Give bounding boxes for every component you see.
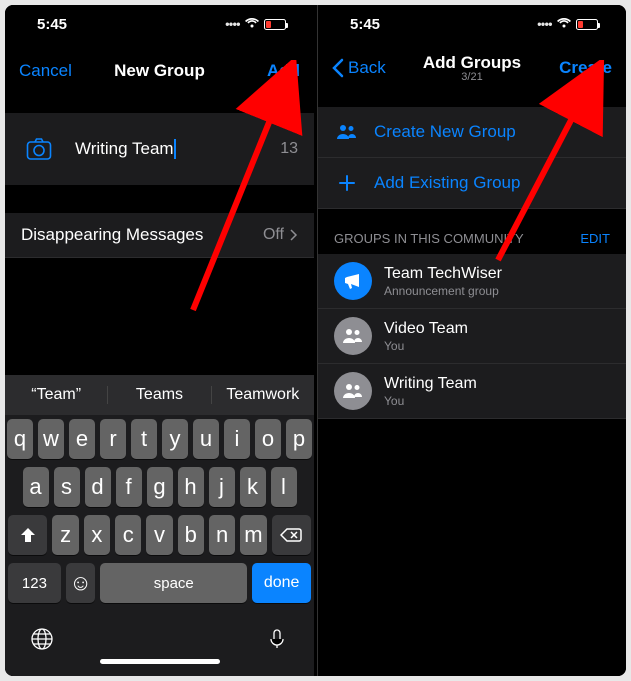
group-item-1[interactable]: Video Team You [318,309,626,364]
key-e[interactable]: e [69,419,95,459]
key-b[interactable]: b [178,515,204,555]
chevron-left-icon [332,58,344,78]
key-n[interactable]: n [209,515,235,555]
section-header-label: GROUPS IN THIS COMMUNITY [334,231,524,246]
people-icon [334,372,372,410]
disappearing-label: Disappearing Messages [21,225,263,245]
key-done[interactable]: done [252,563,311,603]
right-screen: 5:45 •••• Back Add Groups 3/21 Create Cr… [317,5,626,676]
people-icon [334,317,372,355]
key-o[interactable]: o [255,419,281,459]
group-name-row: Writing Team 13 [5,113,314,185]
suggestion-1[interactable]: Teams [108,386,211,404]
group-item-0[interactable]: Team TechWiser Announcement group [318,254,626,309]
key-c[interactable]: c [115,515,141,555]
cancel-button[interactable]: Cancel [19,61,72,81]
status-time: 5:45 [346,16,380,33]
key-k[interactable]: k [240,467,266,507]
key-t[interactable]: t [131,419,157,459]
create-new-group-row[interactable]: Create New Group [318,107,626,158]
key-y[interactable]: y [162,419,188,459]
cellular-icon: •••• [225,17,240,31]
create-button[interactable]: Create [559,58,612,78]
key-u[interactable]: u [193,419,219,459]
group-name-input[interactable]: Writing Team [57,139,272,160]
key-q[interactable]: q [7,419,33,459]
create-new-group-label: Create New Group [374,122,516,142]
group-item-2[interactable]: Writing Team You [318,364,626,419]
suggestion-0[interactable]: “Team” [5,386,108,404]
disappearing-messages-row[interactable]: Disappearing Messages Off [5,213,314,258]
key-123[interactable]: 123 [8,563,61,603]
nav-bar: Cancel New Group Add [5,49,314,93]
key-a[interactable]: a [23,467,49,507]
wifi-icon [556,16,572,33]
add-existing-group-row[interactable]: Add Existing Group [318,158,626,209]
home-indicator[interactable] [100,659,220,664]
key-space[interactable]: space [100,563,247,603]
keyboard: q w e r t y u i o p a s d f g h j k l [5,415,314,676]
status-time: 5:45 [33,16,67,33]
cellular-icon: •••• [537,17,552,31]
key-shift[interactable] [8,515,47,555]
globe-icon[interactable] [30,627,54,651]
key-z[interactable]: z [52,515,78,555]
key-g[interactable]: g [147,467,173,507]
battery-icon [264,19,286,30]
key-f[interactable]: f [116,467,142,507]
status-bar: 5:45 •••• [318,5,626,43]
group-subtitle: You [384,394,477,408]
status-bar: 5:45 •••• [5,5,314,43]
key-v[interactable]: v [146,515,172,555]
disappearing-value: Off [263,226,284,244]
mic-icon[interactable] [265,627,289,651]
nav-title: Add Groups [423,53,521,73]
chevron-right-icon [290,229,298,241]
left-screen: 5:45 •••• Cancel New Group Add Writing T… [5,5,314,676]
group-subtitle: Announcement group [384,284,502,298]
plus-icon [334,170,360,196]
key-i[interactable]: i [224,419,250,459]
key-d[interactable]: d [85,467,111,507]
key-j[interactable]: j [209,467,235,507]
key-r[interactable]: r [100,419,126,459]
group-name: Video Team [384,320,468,338]
edit-button[interactable]: EDIT [580,231,610,246]
nav-subtitle: 3/21 [461,71,482,83]
camera-icon[interactable] [21,131,57,167]
key-x[interactable]: x [84,515,110,555]
group-name: Writing Team [384,375,477,393]
add-existing-group-label: Add Existing Group [374,173,520,193]
nav-bar: Back Add Groups 3/21 Create [318,43,626,93]
group-subtitle: You [384,339,468,353]
back-button[interactable]: Back [348,58,386,78]
group-icon [334,119,360,145]
group-name: Team TechWiser [384,265,502,283]
nav-title: New Group [79,61,240,81]
key-p[interactable]: p [286,419,312,459]
key-backspace[interactable] [272,515,311,555]
key-m[interactable]: m [240,515,266,555]
battery-icon [576,19,598,30]
suggestion-2[interactable]: Teamwork [212,386,314,404]
key-s[interactable]: s [54,467,80,507]
key-h[interactable]: h [178,467,204,507]
key-l[interactable]: l [271,467,297,507]
megaphone-icon [334,262,372,300]
char-remaining: 13 [280,140,298,158]
keyboard-suggestions: “Team” Teams Teamwork [5,375,314,415]
wifi-icon [244,16,260,33]
section-header: GROUPS IN THIS COMMUNITY EDIT [318,209,626,254]
key-w[interactable]: w [38,419,64,459]
key-emoji[interactable]: ☺ [66,563,95,603]
add-button[interactable]: Add [267,61,300,81]
